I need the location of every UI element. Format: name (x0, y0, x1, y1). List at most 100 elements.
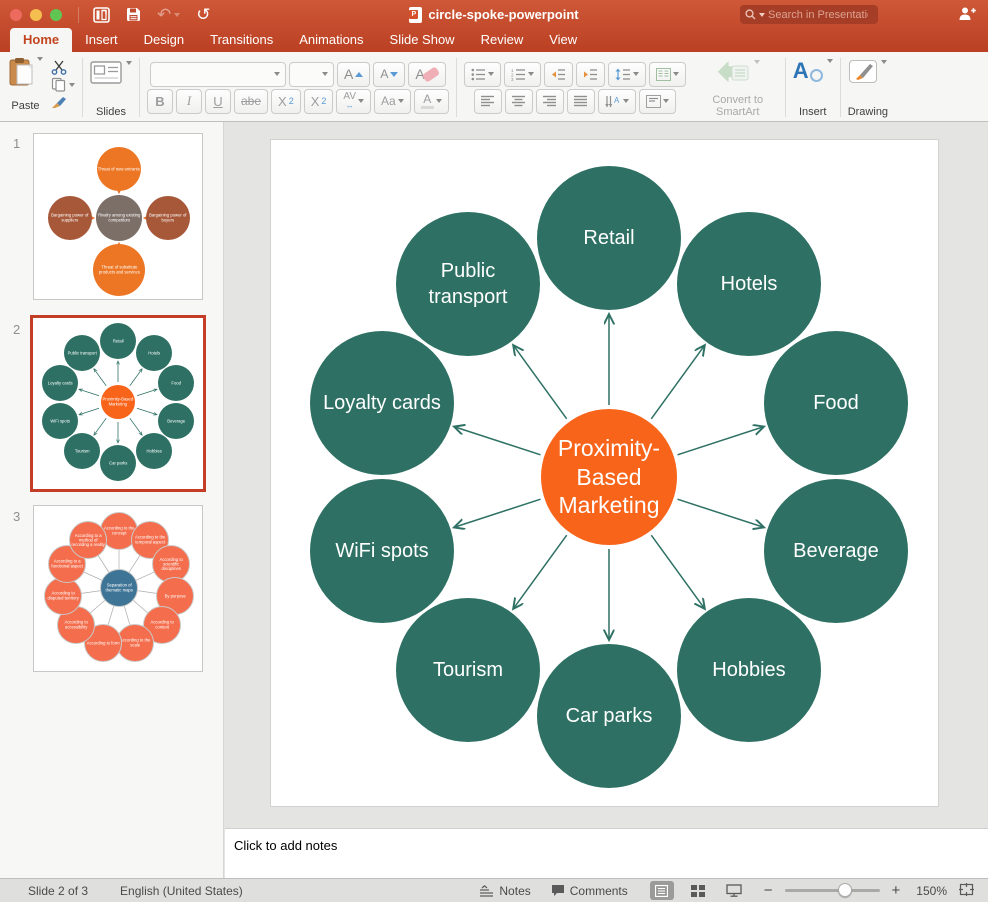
zoom-in-button[interactable]: + (892, 882, 901, 899)
justify-button[interactable] (567, 89, 595, 114)
text-direction-button[interactable]: A (598, 89, 636, 114)
insert-button[interactable]: A Insert (793, 57, 833, 118)
tab-home[interactable]: Home (10, 28, 72, 52)
spoke-wifi-spots[interactable]: WiFi spots (310, 479, 454, 623)
thumb1-top-circle: Threat of new entrants (97, 147, 141, 191)
spoke-beverage[interactable]: Beverage (764, 479, 908, 623)
cut-icon (51, 60, 67, 75)
language-indicator[interactable]: English (United States) (120, 884, 243, 898)
slide-sorter-icon (691, 885, 705, 897)
tab-insert[interactable]: Insert (72, 28, 131, 52)
tab-transitions[interactable]: Transitions (197, 28, 286, 52)
slideshow-view-button[interactable] (722, 881, 746, 900)
smartart-group: Convert to SmartArt (696, 57, 780, 118)
columns-button[interactable] (649, 62, 686, 87)
font-size-combo[interactable] (289, 62, 334, 87)
align-text-button[interactable] (639, 89, 676, 114)
tab-slideshow[interactable]: Slide Show (377, 28, 468, 52)
normal-view-icon (655, 885, 668, 897)
columns-icon (656, 68, 671, 81)
minimize-window-button[interactable] (30, 9, 42, 21)
slide1-thumbnail[interactable]: Threat of new entrants Bargaining power … (33, 133, 203, 300)
zoom-slider[interactable] (785, 889, 880, 892)
zoom-out-button[interactable]: − (764, 882, 773, 899)
search-scope-caret[interactable] (759, 13, 765, 17)
convert-smartart-button[interactable]: Convert to SmartArt (698, 57, 778, 118)
zoom-level[interactable]: 150% (916, 884, 947, 898)
slide3-thumbnail[interactable]: According to the concept According to th… (33, 505, 203, 672)
bullets-icon (471, 68, 486, 81)
decrease-font-button[interactable]: A (373, 62, 405, 87)
align-center-button[interactable] (505, 89, 533, 114)
clear-formatting-button[interactable]: A (408, 62, 445, 87)
thumb2-car-parks: Car parks (100, 445, 136, 481)
spoke-hobbies[interactable]: Hobbies (677, 598, 821, 742)
strikethrough-button[interactable]: abe (234, 89, 268, 114)
search-input[interactable] (768, 9, 868, 21)
slide-canvas[interactable]: Retail Hotels Food Beverage Hobbies Car … (271, 140, 938, 806)
slide1-number: 1 (13, 136, 20, 151)
font-name-combo[interactable] (150, 62, 286, 87)
notes-toggle[interactable]: Notes (480, 884, 530, 898)
copy-button[interactable] (51, 76, 75, 93)
center-circle-proximity-marketing[interactable]: Proximity-Based Marketing (541, 409, 677, 545)
subscript-button[interactable]: X2 (304, 89, 334, 114)
drawing-button[interactable]: Drawing (848, 57, 888, 118)
slides-button[interactable]: Slides (90, 57, 132, 118)
close-window-button[interactable] (10, 9, 22, 21)
spoke-car-parks[interactable]: Car parks (537, 644, 681, 788)
zoom-window-button[interactable] (50, 9, 62, 21)
spoke-retail[interactable]: Retail (537, 166, 681, 310)
spoke-hotels[interactable]: Hotels (677, 212, 821, 356)
align-left-button[interactable] (474, 89, 502, 114)
paste-caret[interactable] (37, 57, 43, 61)
bold-button[interactable]: B (147, 89, 173, 114)
cut-button[interactable] (51, 59, 75, 76)
tab-review[interactable]: Review (468, 28, 537, 52)
save-icon[interactable] (126, 7, 141, 22)
align-right-button[interactable] (536, 89, 564, 114)
slides-caret[interactable] (126, 61, 132, 65)
decrease-indent-button[interactable] (544, 62, 573, 87)
spoke-public-transport[interactable]: Public transport (396, 212, 540, 356)
underline-button[interactable]: U (205, 89, 231, 114)
spoke-tourism[interactable]: Tourism (396, 598, 540, 742)
new-slide-icon[interactable] (93, 7, 110, 23)
tab-animations[interactable]: Animations (286, 28, 376, 52)
search-box[interactable] (740, 5, 878, 24)
zoom-slider-thumb[interactable] (838, 883, 852, 897)
increase-indent-button[interactable] (576, 62, 605, 87)
numbering-button[interactable]: 123 (504, 62, 541, 87)
spoke-food[interactable]: Food (764, 331, 908, 475)
comments-icon (551, 884, 565, 897)
normal-view-button[interactable] (650, 881, 674, 900)
thumb2-retail: Retail (100, 323, 136, 359)
line-spacing-button[interactable] (608, 62, 646, 87)
font-color-button[interactable]: A (414, 89, 449, 114)
smartart-icon (716, 60, 750, 84)
format-painter-button[interactable] (51, 93, 75, 110)
window-controls[interactable] (10, 9, 62, 21)
slide2-thumbnail-selected[interactable]: Retail Hotels Food Beverage Hobbies Car … (30, 315, 206, 492)
fit-to-window-button[interactable] (959, 883, 974, 899)
font-color-swatch (421, 106, 434, 109)
notes-pane[interactable]: Click to add notes (225, 828, 988, 878)
superscript-button[interactable]: X2 (271, 89, 301, 114)
comments-toggle[interactable]: Comments (551, 884, 628, 898)
share-icon[interactable] (958, 6, 976, 26)
redo-icon[interactable]: ↺ (196, 6, 210, 23)
bullets-button[interactable] (464, 62, 501, 87)
copy-caret[interactable] (69, 83, 75, 87)
increase-font-button[interactable]: A (337, 62, 370, 87)
notes-placeholder[interactable]: Click to add notes (234, 838, 337, 853)
slide-sorter-view-button[interactable] (686, 881, 710, 900)
undo-icon: ↶ (157, 6, 171, 23)
italic-button[interactable]: I (176, 89, 202, 114)
paste-button[interactable]: Paste (8, 57, 43, 112)
change-case-button[interactable]: Aa (374, 89, 411, 114)
character-spacing-button[interactable]: AV↔ (336, 89, 371, 114)
tab-view[interactable]: View (536, 28, 590, 52)
spoke-loyalty-cards[interactable]: Loyalty cards (310, 331, 454, 475)
undo-button[interactable]: ↶ (157, 6, 180, 23)
tab-design[interactable]: Design (131, 28, 197, 52)
